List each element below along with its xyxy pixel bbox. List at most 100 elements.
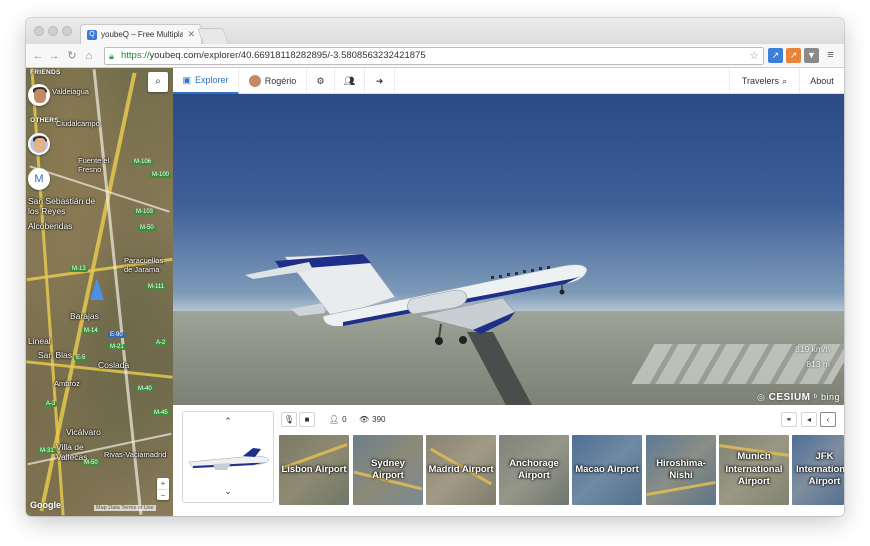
friend-avatar[interactable]: [28, 84, 50, 106]
previous-aircraft-chevron-up-icon[interactable]: ⌃: [183, 416, 273, 427]
airport-thumbnail[interactable]: Munich International Airport: [719, 435, 789, 505]
bookmark-star-icon[interactable]: ☆: [749, 48, 759, 64]
bing-label: bing: [820, 392, 840, 402]
tab-logout[interactable]: ➜: [365, 68, 395, 94]
airport-thumbnail[interactable]: Macao Airport: [572, 435, 642, 505]
airport-name: Macao Airport: [575, 463, 639, 475]
page-content: FRIENDS OTHERS M ⌕ Valdeiagua Ciudalcamp…: [26, 68, 844, 516]
tab-explorer[interactable]: ▣ Explorer: [173, 68, 239, 94]
airport-name: Anchorage Airport: [509, 457, 559, 481]
zoom-window-button[interactable]: [62, 26, 72, 36]
home-icon[interactable]: ⌂: [81, 48, 97, 64]
airport-name: Hiroshima-Nishi: [656, 457, 706, 481]
road-shield: M-103: [134, 209, 156, 215]
about-link[interactable]: About: [799, 68, 844, 94]
views-count-value: 390: [372, 415, 386, 424]
tab-close-icon[interactable]: ✕: [187, 29, 195, 40]
aircraft-selector: ⌃ ⌄: [182, 411, 274, 503]
airport-thumbnail[interactable]: Hiroshima-Nishi: [646, 435, 716, 505]
group-icon: 👥︎: [343, 75, 356, 86]
airport-thumbnail[interactable]: Sydney Airport: [353, 435, 423, 505]
airport-name: Munich International Airport: [725, 451, 783, 488]
sound-button[interactable]: ◂: [801, 412, 817, 427]
map-search-button[interactable]: ⌕: [148, 72, 168, 92]
map-label: San Blas: [38, 350, 73, 360]
others-label: OTHERS: [30, 117, 59, 124]
map-label: Ambroz: [54, 379, 80, 388]
map-label: Valdeiagua: [52, 87, 89, 96]
other-avatar[interactable]: [28, 133, 50, 155]
friends-label: FRIENDS: [30, 69, 61, 76]
about-label: About: [810, 76, 834, 86]
road-shield: M-50: [82, 460, 100, 466]
new-tab-button[interactable]: [197, 28, 229, 44]
microphone-icon: 🎙︎: [283, 415, 295, 424]
map-label: Paracuellos de Jarama: [124, 256, 164, 274]
road-shield: M-40: [136, 386, 154, 392]
aircraft-preview-image: [188, 448, 270, 470]
google-logo: Google: [30, 500, 61, 510]
browser-tab[interactable]: Q youbeQ – Free Multiplayer ✕: [80, 24, 202, 44]
url-scheme: https://: [121, 50, 150, 61]
search-icon: ⌕: [155, 76, 161, 87]
zoom-in-button[interactable]: +: [157, 478, 169, 489]
travelers-button[interactable]: Travelers ⌕: [729, 68, 799, 94]
browser-toolbar: ← → ↻ ⌂ 🔒︎ https://youbeq.com/explorer/4…: [26, 44, 844, 68]
video-camera-icon: ■: [304, 415, 310, 424]
3d-viewport[interactable]: 819 km/h 813 m ◎ CESIUM ᵇ bing: [173, 94, 844, 405]
map-zoom-control: + −: [157, 478, 169, 500]
map-label: Coslada: [98, 360, 130, 370]
tab-community[interactable]: 👥︎: [335, 68, 365, 94]
road-shield: M-106: [132, 159, 154, 165]
next-aircraft-chevron-down-icon[interactable]: ⌄: [183, 486, 273, 497]
other-avatar-letter[interactable]: M: [28, 168, 50, 190]
collapse-panel-button[interactable]: ‹: [820, 412, 836, 427]
map-label: Villa de Vallecas: [56, 442, 88, 462]
tab-title: youbeQ – Free Multiplayer: [101, 30, 184, 39]
forward-arrow-icon[interactable]: →: [46, 48, 62, 64]
youbeq-favicon-icon: Q: [87, 29, 97, 40]
vr-view-button[interactable]: ⚭: [781, 412, 797, 427]
altitude-readout: 813 m: [806, 359, 830, 369]
road-shield: E-5: [74, 355, 88, 361]
gear-icon: ⚙: [316, 75, 325, 86]
menu-hamburger-icon[interactable]: ≡: [823, 48, 838, 63]
road-shield: M-31: [38, 448, 56, 454]
map-sidebar[interactable]: FRIENDS OTHERS M ⌕ Valdeiagua Ciudalcamp…: [26, 68, 173, 516]
airport-name: Madrid Airport: [428, 463, 494, 475]
address-bar[interactable]: 🔒︎ https://youbeq.com/explorer/40.669181…: [104, 47, 764, 65]
microphone-button[interactable]: 🎙︎: [281, 412, 297, 427]
title-bar: Q youbeQ – Free Multiplayer ✕: [26, 18, 844, 44]
tab-settings[interactable]: ⚙: [307, 68, 335, 94]
extension-shield-icon[interactable]: ▼: [804, 48, 819, 63]
speed-readout: 819 km/h: [795, 344, 830, 354]
extension-trend-icon[interactable]: ↗: [786, 48, 801, 63]
airport-name: Sydney Airport: [371, 457, 405, 481]
user-avatar-icon: [248, 75, 261, 87]
reload-icon[interactable]: ↻: [64, 48, 80, 64]
tab-user[interactable]: Rogério: [239, 68, 307, 94]
airport-thumbnail[interactable]: JFK International Airport: [792, 435, 844, 505]
zoom-out-button[interactable]: −: [157, 489, 169, 500]
airport-thumbnail[interactable]: Lisbon Airport: [279, 435, 349, 505]
url-path: youbeq.com/explorer/40.66918118282895/-3…: [149, 50, 426, 61]
viewers-count: 👤︎ 0: [329, 412, 347, 427]
map-data-terms[interactable]: Map Data Terms of Use: [94, 505, 156, 511]
camera-button[interactable]: ■: [299, 412, 315, 427]
logout-icon: ➜: [375, 75, 384, 86]
back-arrow-icon[interactable]: ←: [30, 48, 46, 64]
close-window-button[interactable]: [34, 26, 44, 36]
views-count: 👁︎ 390: [359, 412, 386, 427]
map-label: Rivas-Vaciamadrid: [104, 450, 167, 459]
cesium-label: CESIUM: [768, 392, 811, 403]
travelers-label: Travelers: [741, 76, 780, 86]
person-icon: 👤︎: [329, 415, 340, 424]
minimize-window-button[interactable]: [48, 26, 58, 36]
vr-goggles-icon: ⚭: [785, 415, 793, 424]
airport-thumbnail[interactable]: Anchorage Airport: [499, 435, 569, 505]
eye-icon: 👁︎: [359, 415, 370, 424]
cesium-bing-logo: ◎ CESIUM ᵇ bing: [757, 392, 840, 403]
road-shield: M-13: [70, 266, 88, 272]
airport-thumbnail[interactable]: Madrid Airport: [426, 435, 496, 505]
extension-chart-icon[interactable]: ↗: [768, 48, 783, 63]
